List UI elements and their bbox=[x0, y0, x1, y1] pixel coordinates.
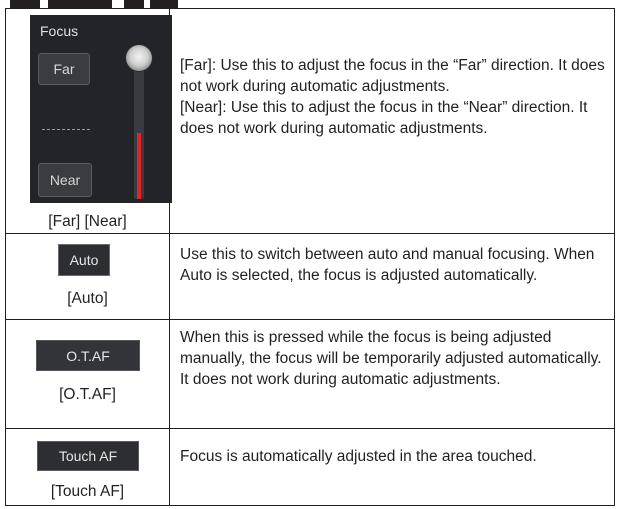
auto-caption: [Auto] bbox=[67, 290, 108, 307]
far-near-description: [Far]: Use this to adjust the focus in t… bbox=[180, 57, 605, 137]
touch-af-caption: [Touch AF] bbox=[50, 483, 125, 500]
touch-af-description-cell: Focus is automatically adjusted in the a… bbox=[170, 429, 614, 505]
auto-button[interactable]: Auto bbox=[58, 244, 110, 276]
image-cell: Focus Far Near [Far] [Near] bbox=[6, 9, 172, 233]
near-button[interactable]: Near bbox=[38, 163, 92, 197]
table-row-otaf: O.T.AF [O.T.AF] When this is pressed whi… bbox=[6, 320, 614, 429]
description-table: Focus Far Near [Far] [Near] [Far]: Use t… bbox=[5, 8, 615, 506]
otaf-description-cell: When this is pressed while the focus is … bbox=[170, 320, 614, 428]
focus-slider-knob[interactable] bbox=[126, 45, 152, 71]
far-button[interactable]: Far bbox=[38, 53, 90, 85]
focus-slider-fill bbox=[137, 133, 141, 199]
otaf-description: When this is pressed while the focus is … bbox=[180, 329, 602, 388]
far-near-description-cell: [Far]: Use this to adjust the focus in t… bbox=[170, 9, 614, 233]
focus-panel-title: Focus bbox=[40, 23, 79, 39]
far-near-caption: [Far] [Near] bbox=[48, 213, 127, 230]
table-row-touch-af: Touch AF [Touch AF] Focus is automatical… bbox=[6, 429, 614, 505]
image-cell: O.T.AF [O.T.AF] bbox=[6, 320, 170, 428]
image-cell: Touch AF [Touch AF] bbox=[6, 429, 170, 505]
image-cell: Auto [Auto] bbox=[6, 234, 170, 319]
touch-af-description: Focus is automatically adjusted in the a… bbox=[180, 448, 537, 465]
touch-af-button[interactable]: Touch AF bbox=[37, 441, 139, 471]
focus-divider bbox=[42, 129, 90, 130]
otaf-button[interactable]: O.T.AF bbox=[36, 340, 140, 371]
table-row-far-near: Focus Far Near [Far] [Near] [Far]: Use t… bbox=[6, 9, 614, 234]
table-row-auto: Auto [Auto] Use this to switch between a… bbox=[6, 234, 614, 320]
top-edge-marks bbox=[0, 0, 619, 8]
otaf-caption: [O.T.AF] bbox=[59, 386, 116, 403]
auto-description: Use this to switch between auto and manu… bbox=[180, 246, 595, 284]
focus-panel: Focus Far Near bbox=[30, 15, 172, 203]
auto-description-cell: Use this to switch between auto and manu… bbox=[170, 234, 614, 319]
